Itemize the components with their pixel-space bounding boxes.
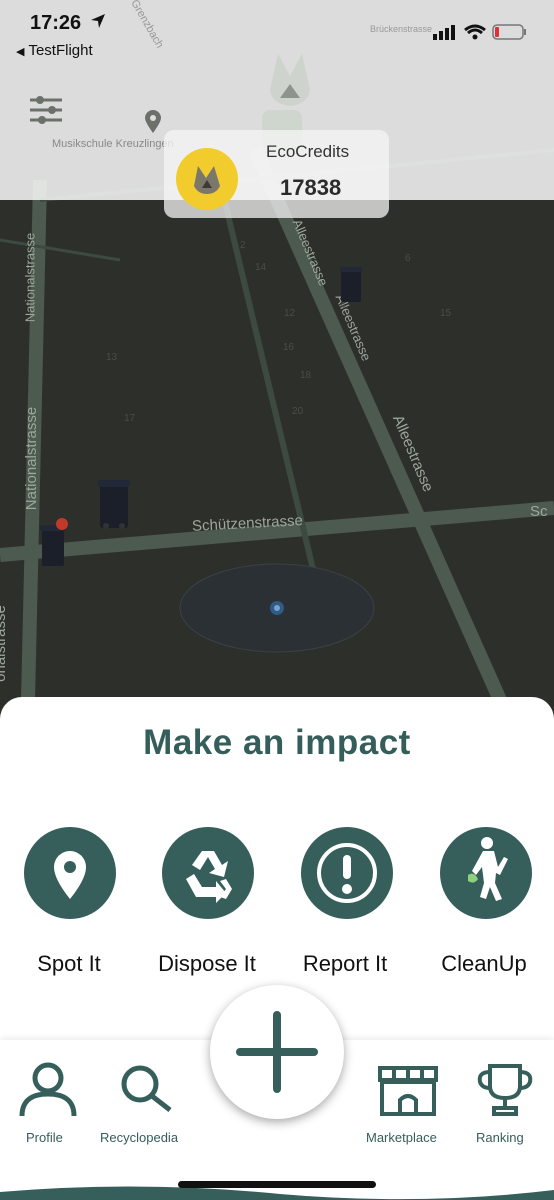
- street-label: Nationalstrasse: [22, 232, 38, 323]
- eco-credits-value: 17838: [280, 175, 342, 200]
- cleanup-person-icon: [468, 837, 508, 901]
- plus-icon: [236, 1011, 318, 1093]
- cleanup-label: CleanUp: [441, 951, 527, 976]
- alert-icon: [317, 843, 377, 903]
- spot-it-label: Spot It: [37, 951, 101, 976]
- house-number: 6: [405, 253, 411, 264]
- eco-credits-card[interactable]: EcoCredits 17838: [164, 130, 389, 218]
- house-number: 16: [283, 342, 295, 353]
- dispose-it-button[interactable]: [162, 827, 254, 919]
- status-time: 17:26: [30, 12, 82, 34]
- street-label: Sc: [530, 503, 548, 520]
- person-icon: [19, 1062, 77, 1117]
- waste-bin-marker[interactable]: [40, 518, 70, 568]
- sheet-title: Make an impact: [143, 723, 411, 762]
- search-icon: [121, 1065, 172, 1112]
- tab-profile[interactable]: Profile: [12, 1058, 84, 1148]
- mascot-avatar-icon: [194, 166, 220, 194]
- store-icon: [378, 1066, 438, 1116]
- house-number: 17: [124, 413, 136, 424]
- house-number: 20: [292, 406, 304, 417]
- recycle-icon: [186, 851, 232, 903]
- tab-label: Profile: [26, 1130, 63, 1145]
- tab-label: Recyclopedia: [100, 1130, 179, 1145]
- trophy-icon: [477, 1064, 533, 1116]
- house-number: 13: [106, 352, 118, 363]
- filter-sliders-icon[interactable]: [28, 92, 64, 128]
- report-it-label: Report It: [302, 951, 388, 976]
- add-action-button[interactable]: [210, 985, 344, 1119]
- tab-label: Ranking: [476, 1130, 524, 1145]
- tab-marketplace[interactable]: Marketplace: [362, 1058, 456, 1148]
- map-view[interactable]: Grenzbach Musikschule Kreuzlingen Brücke…: [0, 0, 554, 700]
- location-pin-icon: [54, 851, 86, 899]
- cellular-signal-icon: [433, 25, 455, 40]
- back-to-testflight[interactable]: ◀ TestFlight: [16, 42, 93, 59]
- eco-avatar: [176, 148, 238, 210]
- home-indicator[interactable]: [178, 1181, 376, 1188]
- app-screen: Grenzbach Musikschule Kreuzlingen Brücke…: [0, 0, 554, 1200]
- system-status-icons: [433, 24, 526, 40]
- wifi-icon: [464, 24, 486, 40]
- waste-bin-marker[interactable]: [340, 266, 362, 304]
- battery-icon: [492, 24, 526, 40]
- back-label: TestFlight: [28, 42, 93, 59]
- street-label: Nationalstrasse: [23, 406, 41, 511]
- dispose-it-label: Dispose It: [158, 951, 256, 976]
- tab-ranking[interactable]: Ranking: [470, 1058, 540, 1148]
- street-label: onalstrasse: [0, 605, 9, 682]
- tab-recyclopedia[interactable]: Recyclopedia: [98, 1058, 194, 1148]
- house-number: 18: [300, 370, 312, 381]
- house-number: 2: [240, 240, 246, 251]
- report-it-button[interactable]: [301, 827, 393, 919]
- status-bar: 17:26 ◀ TestFlight: [0, 0, 554, 70]
- map-label: Musikschule Kreuzlingen: [52, 138, 174, 150]
- spot-it-button[interactable]: [24, 827, 116, 919]
- tab-label: Marketplace: [366, 1130, 437, 1145]
- cleanup-button[interactable]: [440, 827, 532, 919]
- house-number: 14: [255, 262, 267, 273]
- location-arrow-icon: [91, 14, 105, 28]
- house-number: 12: [284, 308, 296, 319]
- waste-bin-marker[interactable]: [98, 478, 130, 530]
- eco-credits-title: EcoCredits: [266, 142, 350, 161]
- bottom-wave-decoration: [0, 1186, 554, 1200]
- map-pin-icon: [145, 110, 161, 133]
- house-number: 15: [440, 308, 452, 319]
